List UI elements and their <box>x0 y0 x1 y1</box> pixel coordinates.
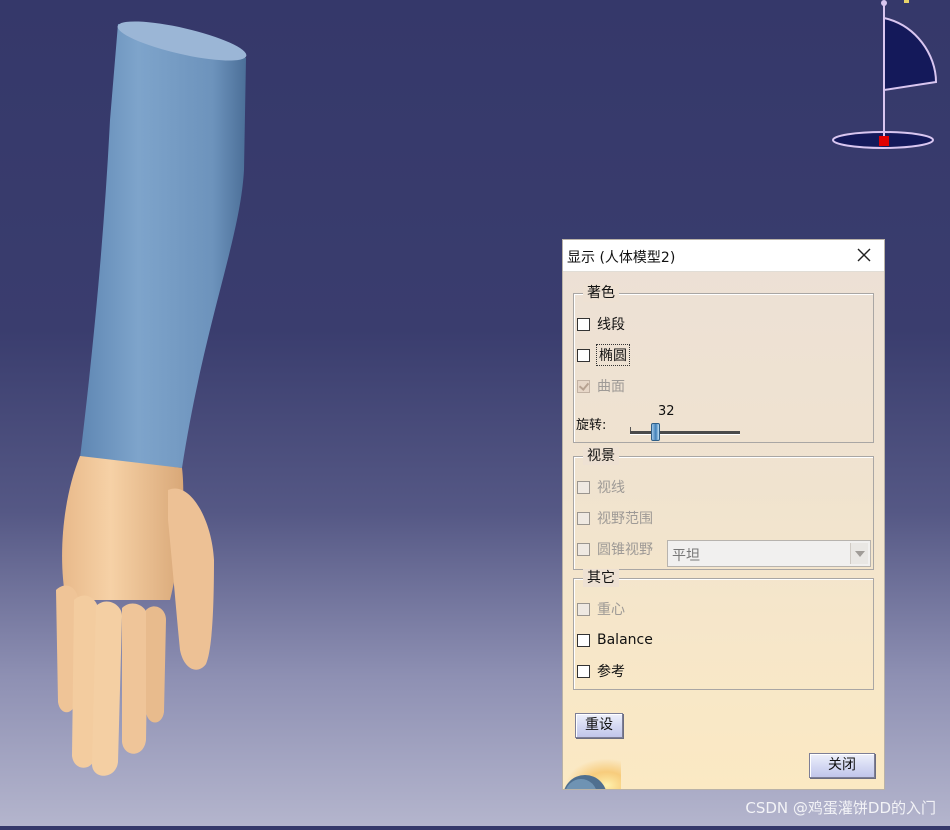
center-of-gravity-checkbox-row: 重心 <box>577 599 625 619</box>
compass-widget[interactable] <box>826 0 950 160</box>
dialog-title: 显示 (人体模型2) <box>567 250 676 266</box>
shading-group: 著色 线段 椭圆 曲面 旋转: 32 <box>573 284 874 443</box>
line-of-sight-checkbox-row: 视线 <box>577 477 625 497</box>
balance-checkbox-row[interactable]: Balance <box>577 630 653 650</box>
compass-quarter-arc <box>883 16 938 92</box>
line-of-sight-label: 视线 <box>597 480 625 496</box>
rotation-value: 32 <box>658 404 675 419</box>
cone-mode-select: 平坦 <box>667 540 871 567</box>
balance-checkbox[interactable] <box>577 633 590 647</box>
compass-axis-label-mark <box>904 0 909 3</box>
center-of-gravity-label: 重心 <box>597 602 625 618</box>
field-of-view-checkbox <box>577 511 590 525</box>
watermark: CSDN @鸡蛋灌饼DD的入门 <box>745 799 936 817</box>
finger-5 <box>146 606 166 723</box>
segments-checkbox-row[interactable]: 线段 <box>577 314 625 334</box>
reference-checkbox-row[interactable]: 参考 <box>577 661 625 681</box>
finger-4 <box>122 603 148 754</box>
cone-checkbox-row: 圆锥视野 <box>577 539 653 559</box>
segments-label: 线段 <box>597 317 625 333</box>
surface-checkbox <box>577 379 590 393</box>
rotation-slider-track[interactable] <box>630 431 740 435</box>
vision-legend: 视景 <box>583 447 619 465</box>
field-of-view-label: 视野范围 <box>597 511 653 527</box>
balance-label: Balance <box>597 632 653 648</box>
shading-legend: 著色 <box>583 284 619 302</box>
ellipse-label: 椭圆 <box>596 344 630 366</box>
globe-icon <box>563 751 621 789</box>
other-legend: 其它 <box>583 569 619 587</box>
reset-button[interactable]: 重设 <box>575 713 623 738</box>
vision-group: 视景 视线 视野范围 圆锥视野 平坦 <box>573 447 874 570</box>
field-of-view-checkbox-row: 视野范围 <box>577 508 653 528</box>
hand-thumb <box>168 488 214 670</box>
reference-label: 参考 <box>597 664 625 680</box>
display-dialog: 显示 (人体模型2) 著色 线段 椭圆 曲面 旋转: 32 视景 视线 视野范围… <box>562 239 885 790</box>
ellipse-checkbox[interactable] <box>577 348 590 362</box>
close-icon[interactable] <box>854 245 874 265</box>
other-group: 其它 重心 Balance 参考 <box>573 569 874 690</box>
close-button[interactable]: 关闭 <box>809 753 875 778</box>
surface-checkbox-row: 曲面 <box>577 376 625 396</box>
segments-checkbox[interactable] <box>577 317 590 331</box>
chevron-down-icon <box>850 543 868 564</box>
line-of-sight-checkbox <box>577 480 590 494</box>
dialog-titlebar[interactable]: 显示 (人体模型2) <box>563 240 884 272</box>
finger-3 <box>92 601 122 776</box>
ellipse-checkbox-row[interactable]: 椭圆 <box>577 344 630 366</box>
sleeve-shape <box>80 24 246 468</box>
reference-checkbox[interactable] <box>577 664 590 678</box>
cone-mode-value: 平坦 <box>672 548 700 564</box>
rotation-label: 旋转: <box>576 418 607 433</box>
hand-palm <box>62 456 184 600</box>
surface-label: 曲面 <box>597 379 625 395</box>
cone-checkbox <box>577 542 590 556</box>
center-of-gravity-checkbox <box>577 602 590 616</box>
compass-marker <box>879 136 889 146</box>
cone-label: 圆锥视野 <box>597 542 653 558</box>
compass-top-knob <box>881 0 887 6</box>
rotation-slider-thumb[interactable] <box>651 423 660 441</box>
